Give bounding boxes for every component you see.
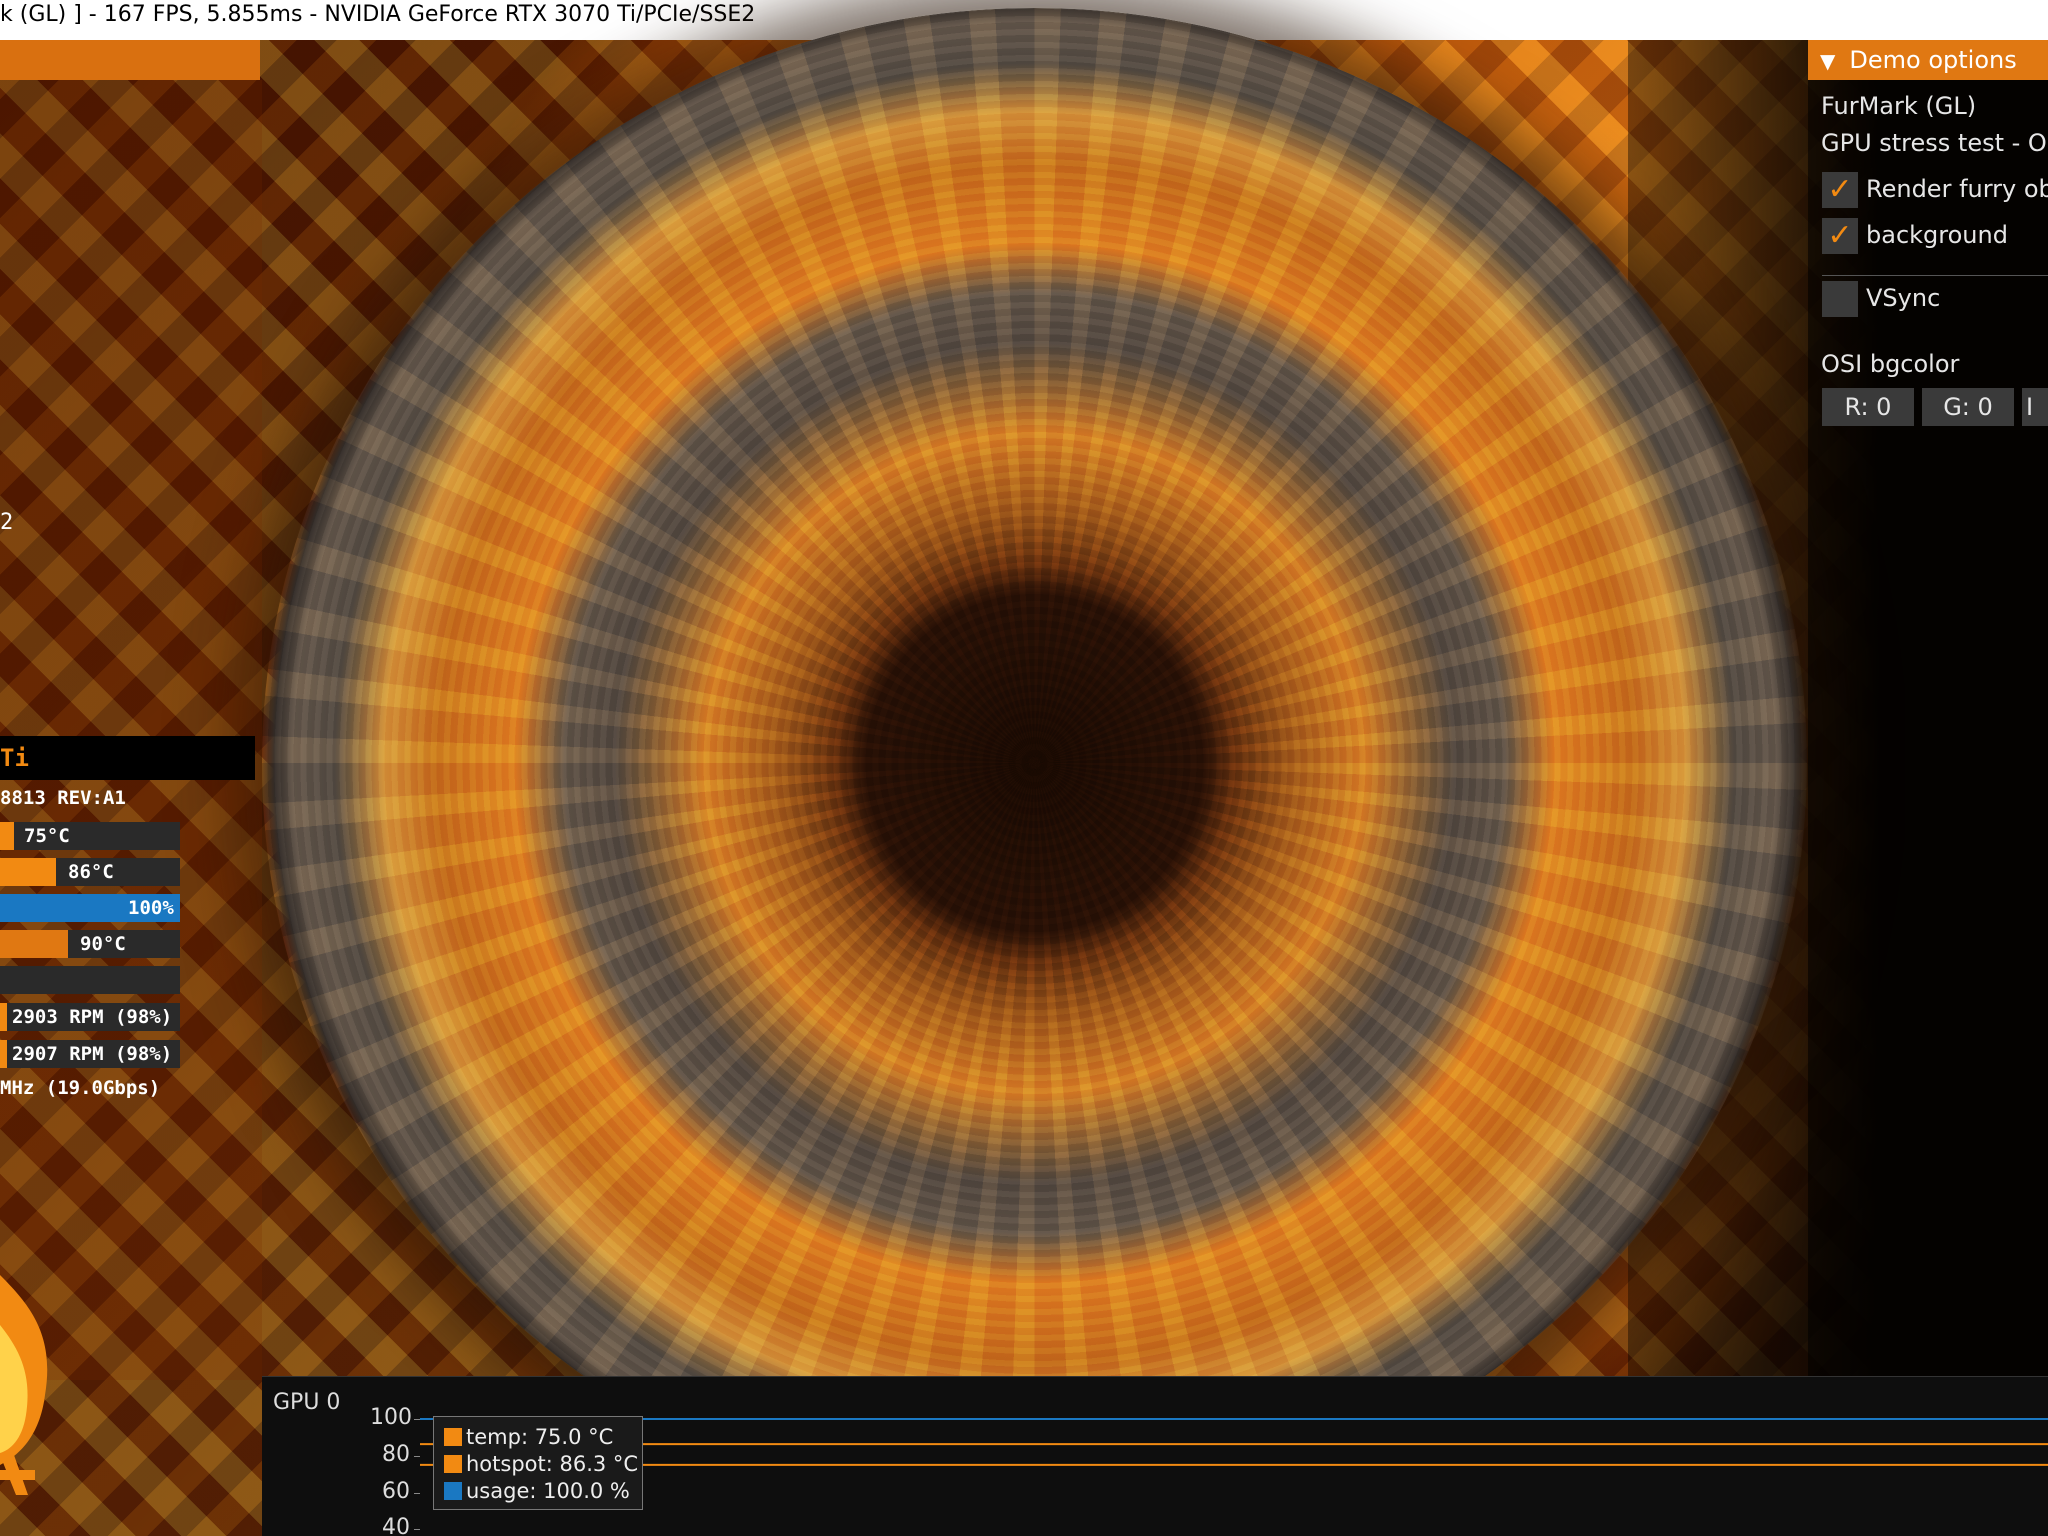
osi-bgcolor-label: OSI bgcolor [1821,350,1960,378]
flame-logo-icon [0,1275,48,1495]
osi-bar-label: 86°C [68,861,114,883]
legend-item-usage: usage: 100.0 % [444,1479,630,1503]
osi-bar-fill [0,858,56,886]
osi-bar-fill [0,930,69,958]
background-label: background [1866,221,2008,249]
vsync-checkbox[interactable] [1822,281,1858,317]
check-icon: ✓ [1827,218,1853,253]
osi-gpu-name: Ti [0,736,255,780]
osi-panel [0,80,262,1380]
osi-bar: 75°C [0,822,180,850]
osi-bar-label: 100% [128,897,174,919]
osi-bar-label: 75°C [24,825,70,847]
osi-bar: 2907 RPM (98%) [0,1040,180,1068]
y-tick-label: 80 [382,1442,410,1467]
osi-bar [0,966,180,994]
divider [1822,275,2048,276]
osi-device-line: 8813 REV:A1 [0,787,126,809]
osi-bar: 2903 RPM (98%) [0,1003,180,1031]
demo-description: GPU stress test - Op [1821,129,2048,157]
vsync-label: VSync [1866,284,1941,312]
legend-label: hotspot: 86.3 °C [466,1452,639,1476]
b-input[interactable]: I [2022,388,2048,426]
y-tick-label: 100 [370,1405,412,1430]
demo-options-header[interactable]: ▼ Demo options [1808,40,2048,80]
osi-bar-label: 2903 RPM (98%) [12,1006,173,1028]
graph-plot-area [420,1418,2048,1466]
legend-label: usage: 100.0 % [466,1479,630,1503]
legend-item-hotspot: hotspot: 86.3 °C [444,1452,638,1476]
legend-swatch [444,1482,462,1500]
g-input[interactable]: G: 0 [1922,388,2014,426]
r-input[interactable]: R: 0 [1822,388,1914,426]
graph-legend: temp: 75.0 °C hotspot: 86.3 °C usage: 10… [433,1416,643,1510]
background-checkbox[interactable]: ✓ [1822,218,1858,254]
y-tick-label: 40 [382,1515,410,1536]
triangle-down-icon[interactable]: ▼ [1820,41,1835,80]
osi-bar-label: 90°C [80,933,126,955]
osi-bar: 90°C [0,930,180,958]
osi-header-bar [0,40,260,80]
check-icon: ✓ [1827,172,1853,207]
render-furry-checkbox[interactable]: ✓ [1822,172,1858,208]
osi-text-fragment: 2 [0,510,14,535]
osi-bar: 86°C [0,858,180,886]
legend-swatch [444,1455,462,1473]
demo-name: FurMark (GL) [1821,92,1977,120]
legend-item-temp: temp: 75.0 °C [444,1425,613,1449]
osi-bar-fill [0,1003,8,1031]
osi-bar: 100% [0,894,180,922]
osi-memory-line: MHz (19.0Gbps) [0,1077,161,1099]
fur-texture [262,8,1807,1518]
graph-title: GPU 0 [273,1390,341,1415]
demo-options-title: Demo options [1849,46,2017,74]
legend-label: temp: 75.0 °C [466,1425,614,1449]
y-tick-label: 60 [382,1479,410,1504]
render-furry-label: Render furry obj [1866,175,2048,203]
legend-swatch [444,1428,462,1446]
osi-bar-fill [0,1040,8,1068]
osi-bar-fill [0,822,15,850]
osi-bar-label: 2907 RPM (98%) [12,1043,173,1065]
